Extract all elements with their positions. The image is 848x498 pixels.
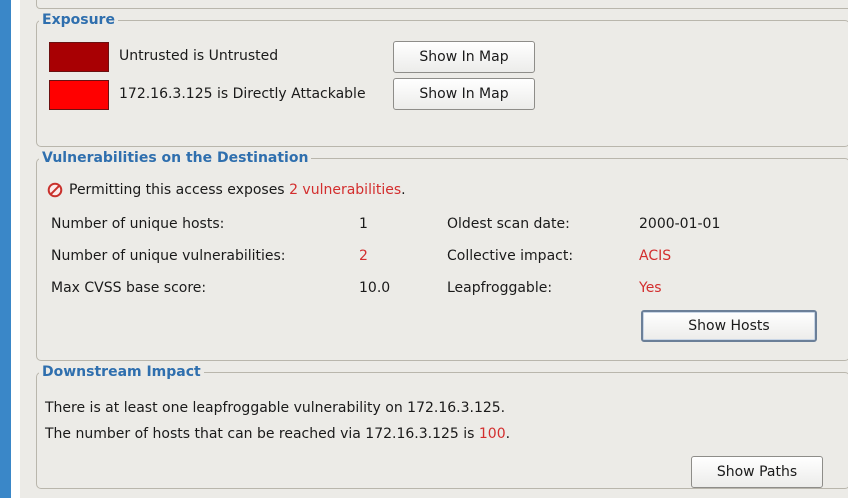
- warning-text: Permitting this access exposes: [69, 182, 290, 198]
- max-cvss-value: 10.0: [359, 280, 391, 296]
- unique-vulnerabilities-value: 2: [359, 248, 368, 264]
- reachable-hosts-statement: The number of hosts that can be reached …: [45, 426, 510, 442]
- attackable-color-swatch: [49, 80, 109, 110]
- reachable-hosts-period: .: [505, 426, 511, 442]
- max-cvss-label: Max CVSS base score:: [51, 280, 207, 296]
- previous-section-edge: [36, 0, 848, 9]
- prohibited-icon: [47, 182, 63, 198]
- vulnerability-warning: Permitting this access exposes 2 vulnera…: [69, 182, 406, 198]
- unique-vulnerabilities-label: Number of unique vulnerabilities:: [51, 248, 286, 264]
- exposure-item-label: 172.16.3.125 is Directly Attackable: [119, 86, 366, 102]
- reachable-hosts-count: 100: [478, 426, 506, 442]
- details-panel: Exposure Untrusted is Untrusted Show In …: [20, 0, 848, 498]
- downstream-impact-title: Downstream Impact: [42, 364, 201, 380]
- exposure-section: Exposure Untrusted is Untrusted Show In …: [36, 12, 848, 147]
- leapfroggable-statement: There is at least one leapfroggable vuln…: [45, 400, 506, 416]
- exposure-title: Exposure: [42, 12, 115, 28]
- untrusted-color-swatch: [49, 42, 109, 72]
- show-in-map-button[interactable]: Show In Map: [393, 41, 535, 73]
- window-accent-bar: [0, 0, 11, 498]
- vulnerabilities-section: Vulnerabilities on the Destination Permi…: [36, 150, 848, 361]
- vulnerabilities-title: Vulnerabilities on the Destination: [42, 150, 309, 166]
- collective-impact-value: ACIS: [639, 248, 672, 264]
- exposure-item-label: Untrusted is Untrusted: [119, 48, 279, 64]
- downstream-impact-section: Downstream Impact There is at least one …: [36, 364, 848, 489]
- leapfroggable-label: Leapfroggable:: [447, 280, 553, 296]
- unique-hosts-value: 1: [359, 216, 368, 232]
- show-hosts-button[interactable]: Show Hosts: [641, 310, 817, 342]
- unique-hosts-label: Number of unique hosts:: [51, 216, 225, 232]
- show-paths-button[interactable]: Show Paths: [691, 456, 823, 488]
- oldest-scan-date-label: Oldest scan date:: [447, 216, 570, 232]
- leapfroggable-value: Yes: [639, 280, 662, 296]
- collective-impact-label: Collective impact:: [447, 248, 574, 264]
- show-in-map-button[interactable]: Show In Map: [393, 78, 535, 110]
- window-gap: [11, 0, 20, 498]
- warning-period: .: [401, 182, 406, 198]
- oldest-scan-date-value: 2000-01-01: [639, 216, 721, 232]
- reachable-hosts-text: The number of hosts that can be reached …: [45, 426, 479, 442]
- vulnerability-count-link: 2 vulnerabilities: [289, 182, 402, 198]
